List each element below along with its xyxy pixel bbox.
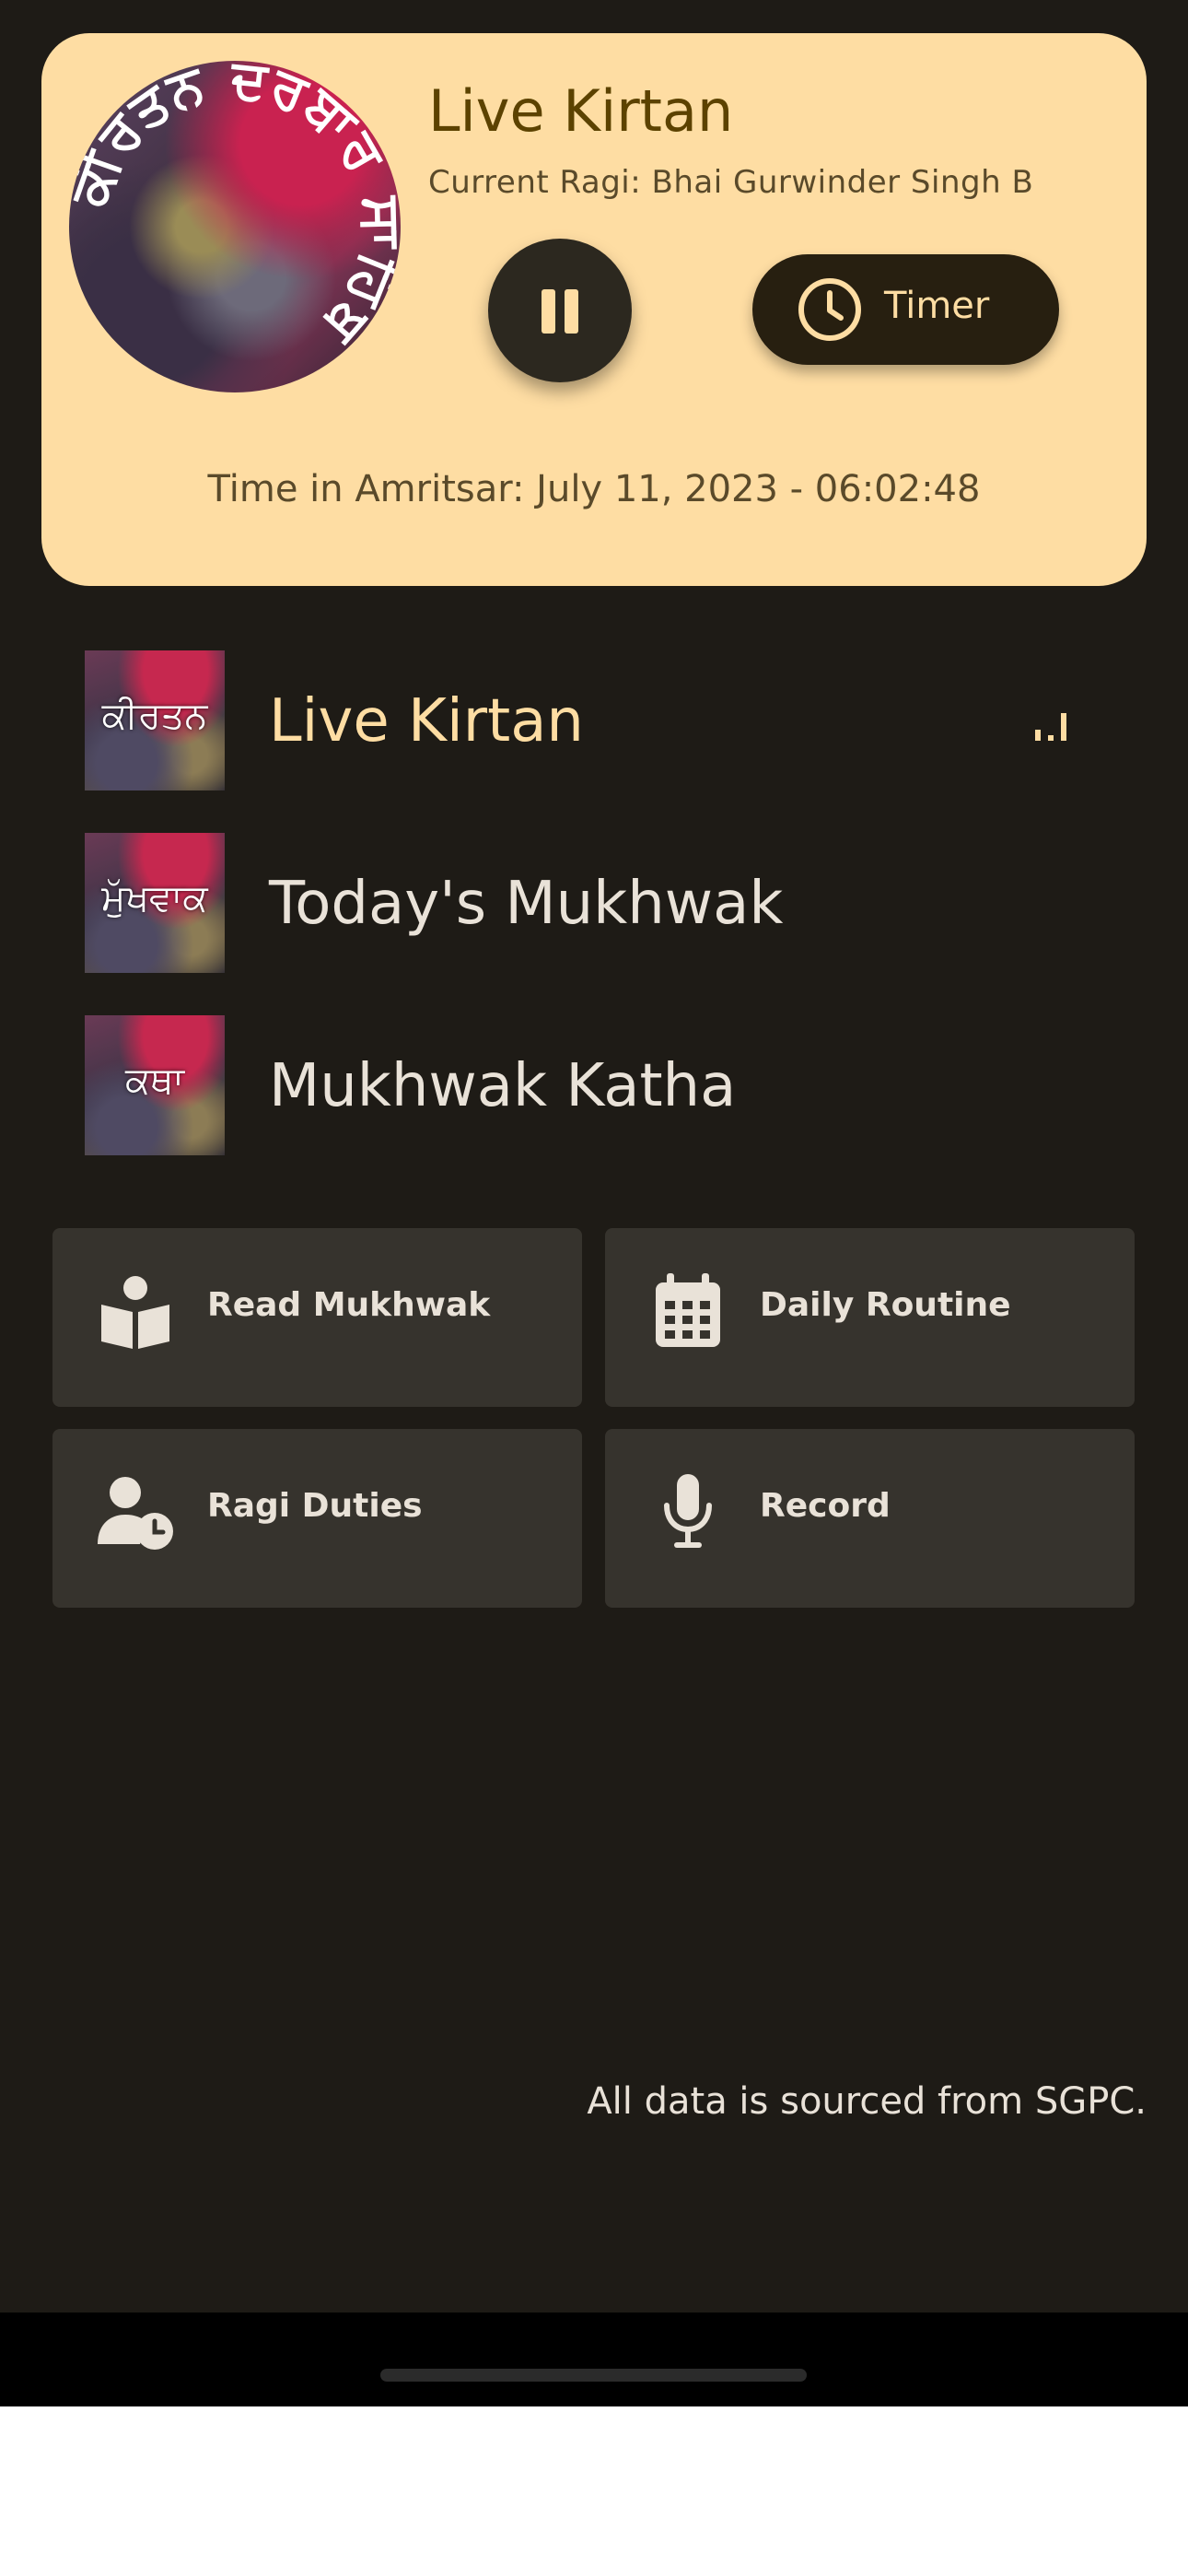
data-source-note: All data is sourced from SGPC. bbox=[587, 2080, 1147, 2123]
svg-text:ਕੀਰਤਨ ਦਰਬਾਰ ਸਾਹਿਬ: ਕੀਰਤਨ ਦਰਬਾਰ ਸਾਹਿਬ bbox=[69, 61, 401, 357]
home-gesture-handle[interactable] bbox=[380, 2369, 807, 2382]
ragi-duties-button[interactable]: Ragi Duties bbox=[52, 1429, 582, 1608]
calendar-icon bbox=[656, 1273, 720, 1347]
microphone-icon bbox=[664, 1474, 712, 1548]
amritsar-time: Time in Amritsar: July 11, 2023 - 06:02:… bbox=[207, 468, 981, 510]
daily-routine-button[interactable]: Daily Routine bbox=[605, 1228, 1135, 1407]
record-button[interactable]: Record bbox=[605, 1429, 1135, 1608]
stream-thumbnail: ਕੀਰਤਨ bbox=[85, 650, 225, 790]
system-navigation-bar bbox=[0, 2313, 1188, 2406]
tile-label: Daily Routine bbox=[760, 1286, 1011, 1324]
tile-label: Ragi Duties bbox=[207, 1487, 423, 1525]
stream-item-todays-mukhwak[interactable]: ਮੁੱਖਵਾਕ Today's Mukhwak bbox=[85, 833, 1144, 973]
tile-label: Record bbox=[760, 1487, 891, 1525]
artwork-circular-text: ਕੀਰਤਨ ਦਰਬਾਰ ਸਾਹਿਬ bbox=[69, 61, 401, 357]
app-screen: ਕੀਰਤਨ ਦਰਬਾਰ ਸਾਹਿਬ Live Kirtan Current Ra… bbox=[0, 0, 1188, 2406]
thumbnail-text: ਮੁੱਖਵਾਕ bbox=[101, 877, 208, 919]
thumbnail-text: ਕੀਰਤਨ bbox=[101, 695, 208, 737]
stream-title: Live Kirtan bbox=[269, 687, 584, 755]
stream-thumbnail: ਕਥਾ bbox=[85, 1015, 225, 1155]
timer-label: Timer bbox=[884, 285, 990, 327]
pause-button[interactable] bbox=[488, 239, 632, 382]
now-playing-bars-icon bbox=[1033, 704, 1070, 741]
tile-label: Read Mukhwak bbox=[207, 1286, 491, 1324]
user-clock-icon bbox=[98, 1477, 173, 1550]
stream-title: Today's Mukhwak bbox=[269, 870, 784, 938]
now-playing-title: Live Kirtan bbox=[428, 77, 734, 145]
stream-thumbnail: ਮੁੱਖਵਾਕ bbox=[85, 833, 225, 973]
timer-button[interactable]: Timer bbox=[752, 254, 1059, 365]
stream-item-live-kirtan[interactable]: ਕੀਰਤਨ Live Kirtan bbox=[85, 650, 1144, 790]
stream-item-mukhwak-katha[interactable]: ਕਥਾ Mukhwak Katha bbox=[85, 1015, 1144, 1155]
book-reader-icon bbox=[101, 1276, 169, 1349]
album-artwork: ਕੀਰਤਨ ਦਰਬਾਰ ਸਾਹਿਬ bbox=[69, 61, 401, 392]
stream-title: Mukhwak Katha bbox=[269, 1052, 737, 1120]
clock-icon bbox=[798, 278, 861, 341]
current-ragi-text: Current Ragi: Bhai Gurwinder Singh B bbox=[428, 164, 1034, 201]
now-playing-card: ਕੀਰਤਨ ਦਰਬਾਰ ਸਾਹਿਬ Live Kirtan Current Ra… bbox=[41, 33, 1147, 586]
thumbnail-text: ਕਥਾ bbox=[124, 1060, 185, 1102]
read-mukhwak-button[interactable]: Read Mukhwak bbox=[52, 1228, 582, 1407]
